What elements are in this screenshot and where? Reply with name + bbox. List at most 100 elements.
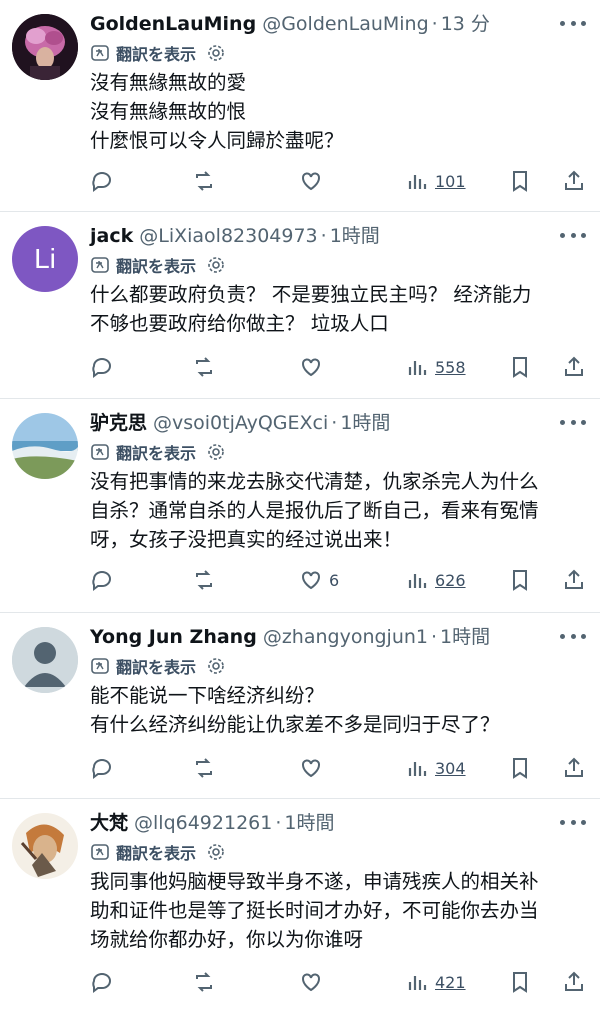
views-button[interactable]: 304: [405, 753, 466, 783]
more-options-icon[interactable]: [560, 625, 586, 647]
heart-icon: [302, 571, 320, 590]
more-options-icon[interactable]: [560, 12, 586, 34]
likes-count: 6: [329, 570, 340, 590]
translate-icon: [91, 444, 109, 460]
bookmark-icon: [513, 972, 527, 993]
avatar[interactable]: [12, 413, 78, 479]
timestamp[interactable]: 13 分: [441, 10, 490, 38]
more-options-icon[interactable]: [560, 411, 586, 433]
reply-icon: [92, 172, 111, 192]
share-button[interactable]: [562, 753, 586, 783]
display-name[interactable]: GoldenLauMing: [90, 10, 256, 38]
tweet-text: 能不能说一下啥经济纠纷？ 有什么经济纠纷能让仇家差不多是同归于尽了？: [90, 684, 500, 736]
translate-row[interactable]: 翻訳を表示: [90, 653, 586, 679]
action-bar: 558: [90, 352, 586, 382]
like-button[interactable]: 6: [299, 565, 339, 595]
heart-icon: [302, 973, 320, 992]
reply-button[interactable]: [90, 967, 114, 997]
tweet[interactable]: GoldenLauMing @GoldenLauMing · 13 分 翻訳を表…: [0, 0, 600, 212]
retweet-button[interactable]: [192, 967, 216, 997]
retweet-button[interactable]: [192, 352, 216, 382]
user-handle[interactable]: @vsoi0tjAyQGEXci: [153, 409, 328, 437]
translate-row[interactable]: 翻訳を表示: [90, 40, 586, 66]
more-options-icon[interactable]: [560, 811, 586, 833]
tweet[interactable]: Yong Jun Zhang @zhangyongjun1 · 1時間 翻訳を表…: [0, 613, 600, 799]
translate-link[interactable]: 翻訳を表示: [116, 41, 196, 65]
gear-icon[interactable]: [206, 255, 226, 275]
timestamp[interactable]: 1時間: [330, 222, 380, 250]
translate-icon: [91, 658, 109, 674]
views-button[interactable]: 626: [405, 565, 466, 595]
reply-icon: [92, 759, 111, 779]
action-bar: 421: [90, 967, 586, 997]
share-button[interactable]: [562, 967, 586, 997]
share-icon: [565, 569, 583, 589]
reply-button[interactable]: [90, 166, 114, 196]
user-handle[interactable]: @zhangyongjun1: [263, 623, 428, 651]
views-icon: [408, 574, 427, 588]
like-button[interactable]: [299, 352, 329, 382]
display-name[interactable]: jack: [90, 222, 133, 250]
avatar[interactable]: [12, 813, 78, 879]
user-handle[interactable]: @GoldenLauMing: [262, 10, 428, 38]
views-button[interactable]: 421: [405, 967, 466, 997]
translate-row[interactable]: 翻訳を表示: [90, 439, 586, 465]
reply-icon: [92, 358, 111, 378]
reply-icon: [92, 571, 111, 591]
display-name[interactable]: 大梵: [90, 809, 128, 837]
translate-row[interactable]: 翻訳を表示: [90, 839, 586, 865]
timestamp[interactable]: 1時間: [340, 409, 390, 437]
user-handle[interactable]: @llq64921261: [134, 809, 272, 837]
views-button[interactable]: 101: [405, 166, 466, 196]
bookmark-icon: [513, 758, 527, 779]
share-button[interactable]: [562, 166, 586, 196]
tweet-text: 我同事他妈脑梗导致半身不遂，申请残疾人的相关补 助和证件也是等了挺长时间才办好，…: [90, 870, 539, 951]
avatar-initials: Li: [34, 243, 56, 274]
heart-icon: [302, 358, 320, 377]
share-icon: [565, 170, 583, 190]
avatar[interactable]: [12, 14, 78, 80]
bookmark-button[interactable]: [508, 352, 532, 382]
user-handle[interactable]: @LiXiaol82304973: [139, 222, 317, 250]
retweet-icon: [196, 171, 212, 191]
retweet-button[interactable]: [192, 166, 216, 196]
translate-link[interactable]: 翻訳を表示: [116, 440, 196, 464]
tweet[interactable]: 驴克思 @vsoi0tjAyQGEXci · 1時間 翻訳を表示 没有把事情的来…: [0, 399, 600, 613]
like-button[interactable]: [299, 166, 329, 196]
translate-link[interactable]: 翻訳を表示: [116, 840, 196, 864]
bookmark-icon: [513, 357, 527, 378]
tweet[interactable]: Li jack @LiXiaol82304973 · 1時間 翻訳を表示 什么都…: [0, 212, 600, 399]
like-button[interactable]: [299, 967, 329, 997]
avatar[interactable]: [12, 627, 78, 693]
gear-icon[interactable]: [206, 442, 226, 462]
display-name[interactable]: 驴克思: [90, 409, 147, 437]
reply-button[interactable]: [90, 753, 114, 783]
translate-link[interactable]: 翻訳を表示: [116, 253, 196, 277]
gear-icon[interactable]: [206, 43, 226, 63]
tweet[interactable]: 大梵 @llq64921261 · 1時間 翻訳を表示 我同事他妈脑梗导致半身不…: [0, 799, 600, 1009]
display-name[interactable]: Yong Jun Zhang: [90, 623, 257, 651]
views-icon: [408, 762, 427, 776]
avatar[interactable]: Li: [12, 226, 78, 292]
translate-link[interactable]: 翻訳を表示: [116, 654, 196, 678]
retweet-button[interactable]: [192, 565, 216, 595]
views-button[interactable]: 558: [405, 352, 466, 382]
timestamp[interactable]: 1時間: [284, 809, 334, 837]
reply-button[interactable]: [90, 565, 114, 595]
share-button[interactable]: [562, 565, 586, 595]
bookmark-button[interactable]: [508, 166, 532, 196]
timestamp[interactable]: 1時間: [440, 623, 490, 651]
retweet-button[interactable]: [192, 753, 216, 783]
gear-icon[interactable]: [206, 656, 226, 676]
bookmark-button[interactable]: [508, 753, 532, 783]
translate-icon: [91, 45, 109, 61]
share-button[interactable]: [562, 352, 586, 382]
reply-button[interactable]: [90, 352, 114, 382]
bookmark-button[interactable]: [508, 565, 532, 595]
gear-icon[interactable]: [206, 842, 226, 862]
translate-row[interactable]: 翻訳を表示: [90, 252, 586, 278]
like-button[interactable]: [299, 753, 329, 783]
bookmark-icon: [513, 171, 527, 192]
bookmark-button[interactable]: [508, 967, 532, 997]
more-options-icon[interactable]: [560, 224, 586, 246]
